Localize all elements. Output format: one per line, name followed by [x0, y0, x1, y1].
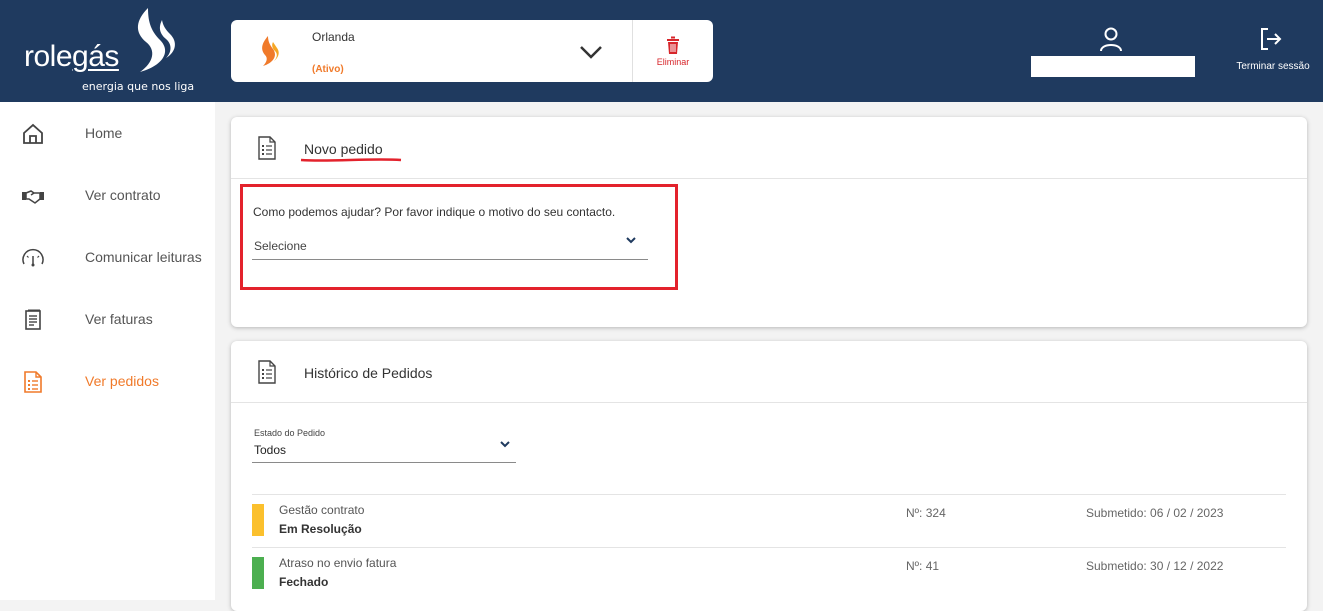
select-value: Todos: [254, 443, 287, 457]
handshake-icon: [22, 190, 44, 204]
user-icon[interactable]: [1098, 26, 1124, 52]
brand-wordmark: rolegás: [24, 40, 119, 73]
red-underline-annotation: [300, 158, 402, 162]
trash-icon: [667, 36, 679, 54]
card-header: Histórico de Pedidos: [231, 341, 1307, 403]
logout-button[interactable]: Terminar sessão: [1228, 26, 1318, 76]
card-header: Novo pedido: [231, 117, 1307, 179]
sidebar-item-label: Home: [85, 125, 123, 141]
contact-reason-select[interactable]: Selecione: [252, 229, 648, 260]
contract-selector[interactable]: Orlanda (Ativo) Eliminar: [231, 20, 713, 82]
sidebar-item-label: Comunicar leituras: [85, 249, 202, 265]
delete-contract-button[interactable]: Eliminar: [633, 20, 713, 82]
contact-reason-question: Como podemos ajudar? Por favor indique o…: [253, 205, 616, 219]
document-list-icon: [258, 136, 276, 160]
rolegas-logo[interactable]: rolegás energia que nos liga: [0, 0, 213, 102]
delete-label: Eliminar: [656, 57, 690, 67]
gas-flame-icon: [262, 36, 279, 66]
logout-icon: [1261, 28, 1282, 50]
request-number: Nº: 41: [906, 559, 940, 573]
sidebar-item-readings[interactable]: Comunicar leituras: [0, 232, 215, 284]
status-color-bar: [252, 504, 264, 536]
request-category: Atraso no envio fatura: [279, 556, 397, 570]
brand-tagline: energia que nos liga: [82, 80, 195, 93]
new-request-card: Novo pedido Como podemos ajudar? Por fav…: [231, 117, 1307, 327]
sidebar-item-label: Ver pedidos: [85, 373, 159, 389]
table-row[interactable]: Atraso no envio fatura Fechado Nº: 41 Su…: [252, 547, 1286, 599]
status-color-bar: [252, 557, 264, 589]
card-title: Histórico de Pedidos: [304, 365, 433, 381]
document-list-icon: [258, 360, 276, 384]
sidebar-item-contract[interactable]: Ver contrato: [0, 170, 215, 222]
content-gutter: [215, 102, 231, 600]
request-submitted-date: Submetido: 30 / 12 / 2022: [1086, 559, 1224, 573]
request-submitted-date: Submetido: 06 / 02 / 2023: [1086, 506, 1224, 520]
select-value: Selecione: [254, 239, 307, 253]
sidebar-item-label: Ver contrato: [85, 187, 161, 203]
flame-logo-icon: [137, 8, 175, 72]
logout-label: Terminar sessão: [1236, 61, 1310, 72]
status-filter-select[interactable]: Todos: [252, 437, 516, 463]
home-icon: [23, 123, 43, 144]
request-category: Gestão contrato: [279, 503, 365, 517]
sidebar-item-invoices[interactable]: Ver faturas: [0, 294, 215, 346]
contract-status: (Ativo): [312, 64, 344, 75]
chevron-down-icon: [626, 237, 636, 244]
request-status: Fechado: [279, 575, 329, 589]
contract-name: Orlanda: [312, 30, 355, 44]
request-history-card: Histórico de Pedidos Estado do Pedido To…: [231, 341, 1307, 611]
table-row[interactable]: Gestão contrato Em Resolução Nº: 324 Sub…: [252, 494, 1286, 546]
top-header: rolegás energia que nos liga Orlanda (At…: [0, 0, 1323, 102]
sidebar-item-requests[interactable]: Ver pedidos: [0, 356, 215, 408]
user-name-field: [1031, 56, 1195, 77]
sidebar: Home Ver contrato Comunicar leituras Ver…: [0, 102, 215, 600]
gauge-icon: [22, 248, 44, 267]
request-status: Em Resolução: [279, 522, 362, 536]
request-number: Nº: 324: [906, 506, 946, 520]
card-title: Novo pedido: [304, 141, 383, 157]
sidebar-item-home[interactable]: Home: [0, 108, 215, 160]
sidebar-item-label: Ver faturas: [85, 311, 153, 327]
requests-icon: [24, 371, 42, 393]
chevron-down-icon[interactable]: [577, 38, 605, 66]
chevron-down-icon: [500, 441, 510, 448]
invoice-icon: [25, 309, 41, 330]
